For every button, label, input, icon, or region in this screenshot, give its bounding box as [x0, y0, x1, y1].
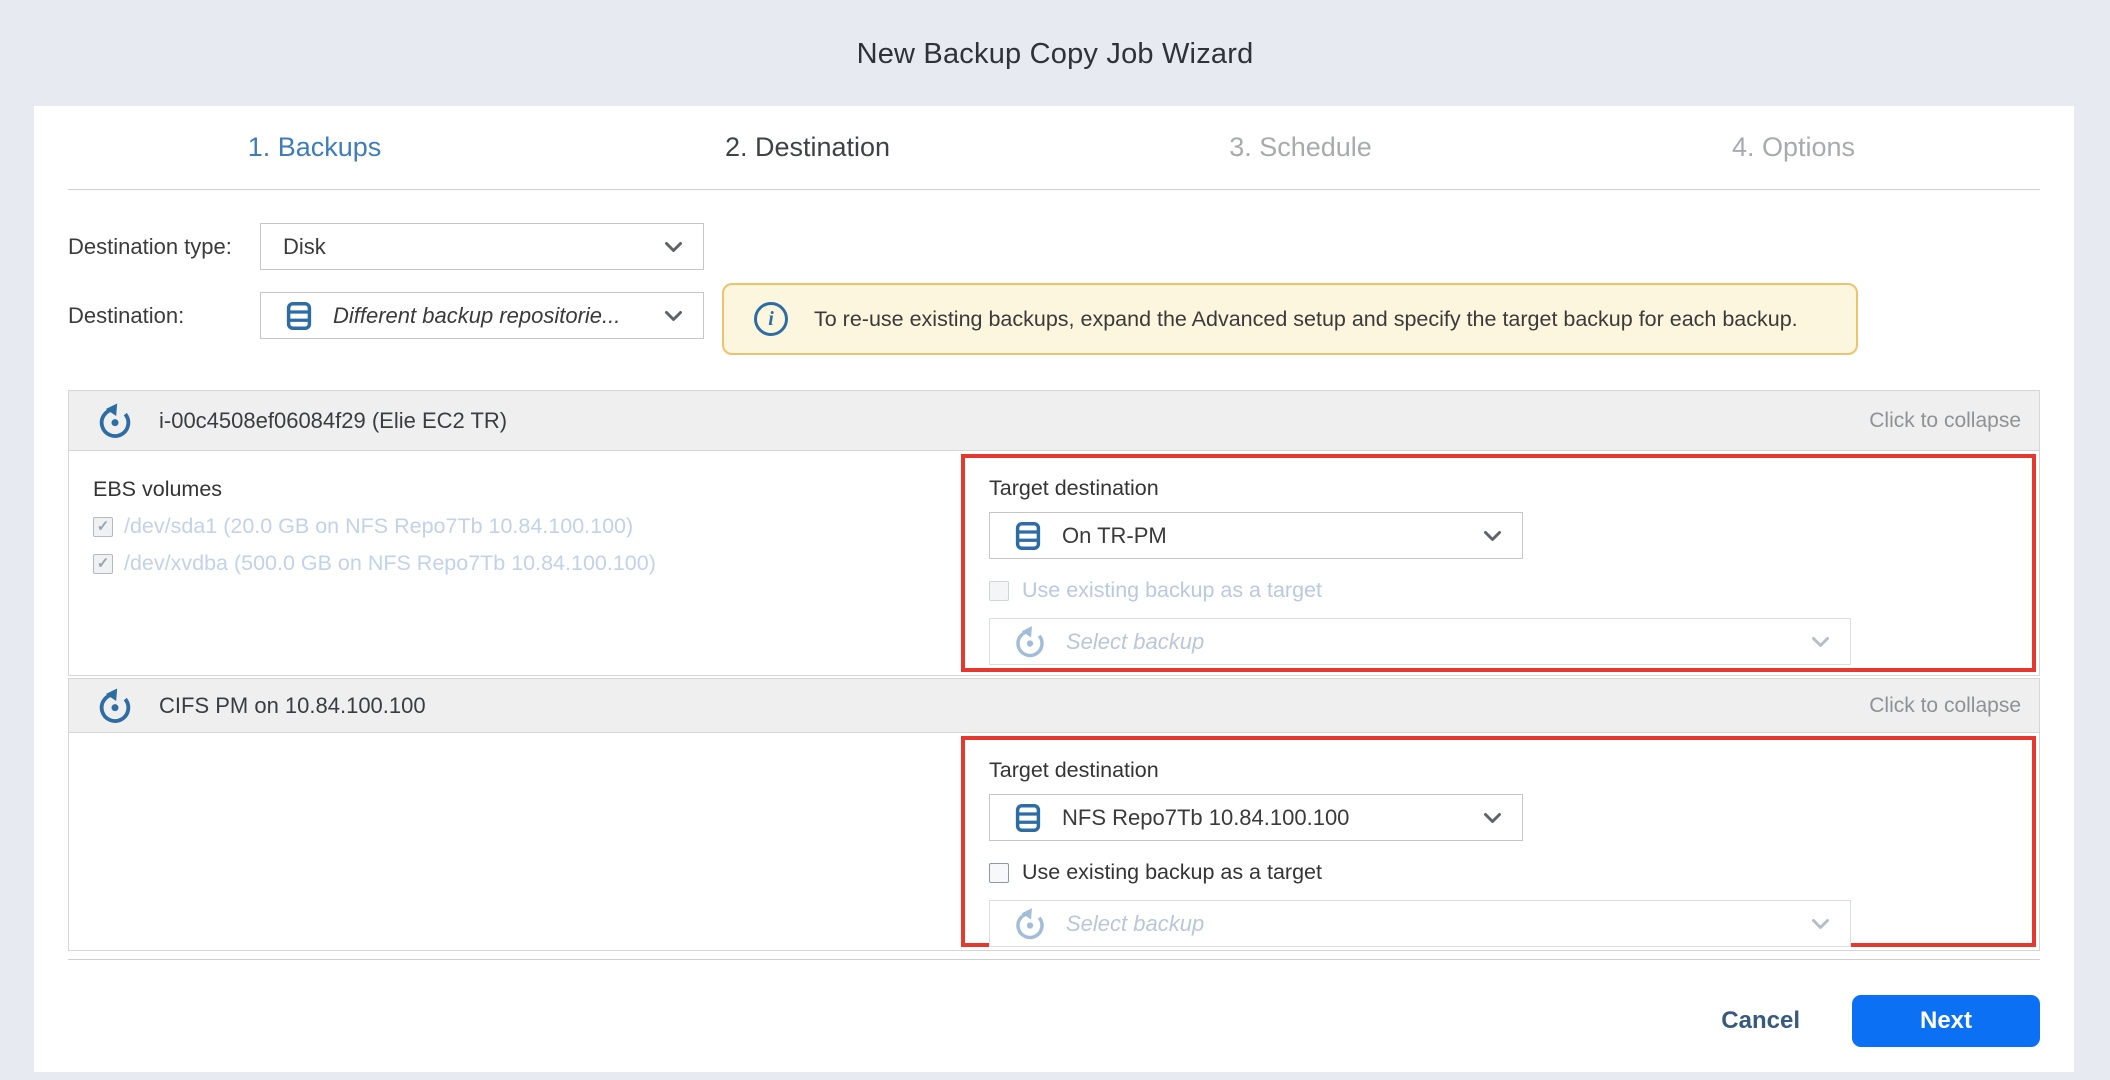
backup-icon: [1012, 906, 1048, 942]
section-title: CIFS PM on 10.84.100.100: [159, 693, 1845, 719]
chevron-down-icon: [1811, 636, 1830, 648]
use-existing-backup-row: Use existing backup as a target: [989, 860, 2032, 885]
step-options: 4. Options: [1547, 132, 2040, 163]
target-destination-value: On TR-PM: [1062, 523, 1167, 549]
destination-type-row: Destination type: Disk: [68, 223, 2040, 270]
backup-section-cifs: CIFS PM on 10.84.100.100 Click to collap…: [68, 678, 2040, 951]
repository-icon: [1012, 520, 1044, 552]
backup-job-icon: [95, 686, 135, 726]
target-destination-value: NFS Repo7Tb 10.84.100.100: [1062, 805, 1349, 831]
destination-label: Destination:: [68, 303, 260, 329]
next-button[interactable]: Next: [1852, 995, 2040, 1047]
destination-select[interactable]: Different backup repositorie...: [260, 292, 704, 339]
chevron-down-icon: [664, 241, 683, 253]
chevron-down-icon: [1811, 918, 1830, 930]
info-message: To re-use existing backups, expand the A…: [814, 307, 1798, 332]
select-backup-placeholder: Select backup: [1066, 911, 1204, 937]
page-title: New Backup Copy Job Wizard: [0, 38, 2110, 71]
target-destination-label: Target destination: [989, 476, 2032, 501]
destination-type-value: Disk: [283, 234, 326, 260]
info-icon: i: [754, 302, 788, 336]
wizard-steps: 1. Backups 2. Destination 3. Schedule 4.…: [68, 106, 2040, 190]
page: { "header": { "title": "New Backup Copy …: [0, 0, 2110, 1080]
wizard-footer: Cancel Next: [68, 959, 2040, 1047]
chevron-down-icon: [1483, 530, 1502, 542]
backup-section-ec2: i-00c4508ef06084f29 (Elie EC2 TR) Click …: [68, 390, 2040, 676]
step-backups[interactable]: 1. Backups: [68, 132, 561, 163]
highlight-box: Target destination On TR-PM Use existing…: [961, 454, 2036, 672]
repository-icon: [1012, 802, 1044, 834]
wizard-card: 1. Backups 2. Destination 3. Schedule 4.…: [34, 106, 2074, 1072]
collapse-toggle[interactable]: Click to collapse: [1869, 694, 2021, 718]
section-title: i-00c4508ef06084f29 (Elie EC2 TR): [159, 408, 1845, 434]
volume-label: /dev/xvdba (500.0 GB on NFS Repo7Tb 10.8…: [124, 551, 656, 576]
section-header[interactable]: CIFS PM on 10.84.100.100 Click to collap…: [69, 679, 2039, 733]
use-existing-label: Use existing backup as a target: [1022, 860, 1322, 885]
footer-buttons: Cancel Next: [68, 995, 2040, 1047]
select-backup-dropdown: Select backup: [989, 900, 1851, 947]
cancel-button[interactable]: Cancel: [1721, 1007, 1800, 1035]
use-existing-checkbox: [989, 581, 1009, 601]
chevron-down-icon: [664, 310, 683, 322]
target-destination-label: Target destination: [989, 758, 2032, 783]
use-existing-checkbox[interactable]: [989, 863, 1009, 883]
section-body: Target destination NFS Repo7Tb 10.84.100…: [69, 733, 2039, 950]
volume-label: /dev/sda1 (20.0 GB on NFS Repo7Tb 10.84.…: [124, 514, 633, 539]
target-destination-select[interactable]: NFS Repo7Tb 10.84.100.100: [989, 794, 1523, 841]
volume-checkbox: [93, 517, 113, 537]
destination-type-label: Destination type:: [68, 234, 260, 260]
destination-form: Destination type: Disk Destination: Diff…: [68, 190, 2040, 339]
repository-icon: [283, 300, 315, 332]
use-existing-backup-row: Use existing backup as a target: [989, 578, 2032, 603]
collapse-toggle[interactable]: Click to collapse: [1869, 409, 2021, 433]
step-schedule: 3. Schedule: [1054, 132, 1547, 163]
select-backup-placeholder: Select backup: [1066, 629, 1204, 655]
volume-checkbox: [93, 554, 113, 574]
use-existing-label: Use existing backup as a target: [1022, 578, 1322, 603]
info-banner: i To re-use existing backups, expand the…: [722, 283, 1858, 355]
backup-job-icon: [95, 401, 135, 441]
destination-type-select[interactable]: Disk: [260, 223, 704, 270]
target-destination-select[interactable]: On TR-PM: [989, 512, 1523, 559]
highlight-box: Target destination NFS Repo7Tb 10.84.100…: [961, 736, 2036, 947]
destination-value: Different backup repositorie...: [333, 303, 620, 329]
chevron-down-icon: [1483, 812, 1502, 824]
section-header[interactable]: i-00c4508ef06084f29 (Elie EC2 TR) Click …: [69, 391, 2039, 451]
section-body: EBS volumes /dev/sda1 (20.0 GB on NFS Re…: [69, 451, 2039, 675]
select-backup-dropdown: Select backup: [989, 618, 1851, 665]
backup-icon: [1012, 624, 1048, 660]
step-destination: 2. Destination: [561, 132, 1054, 163]
